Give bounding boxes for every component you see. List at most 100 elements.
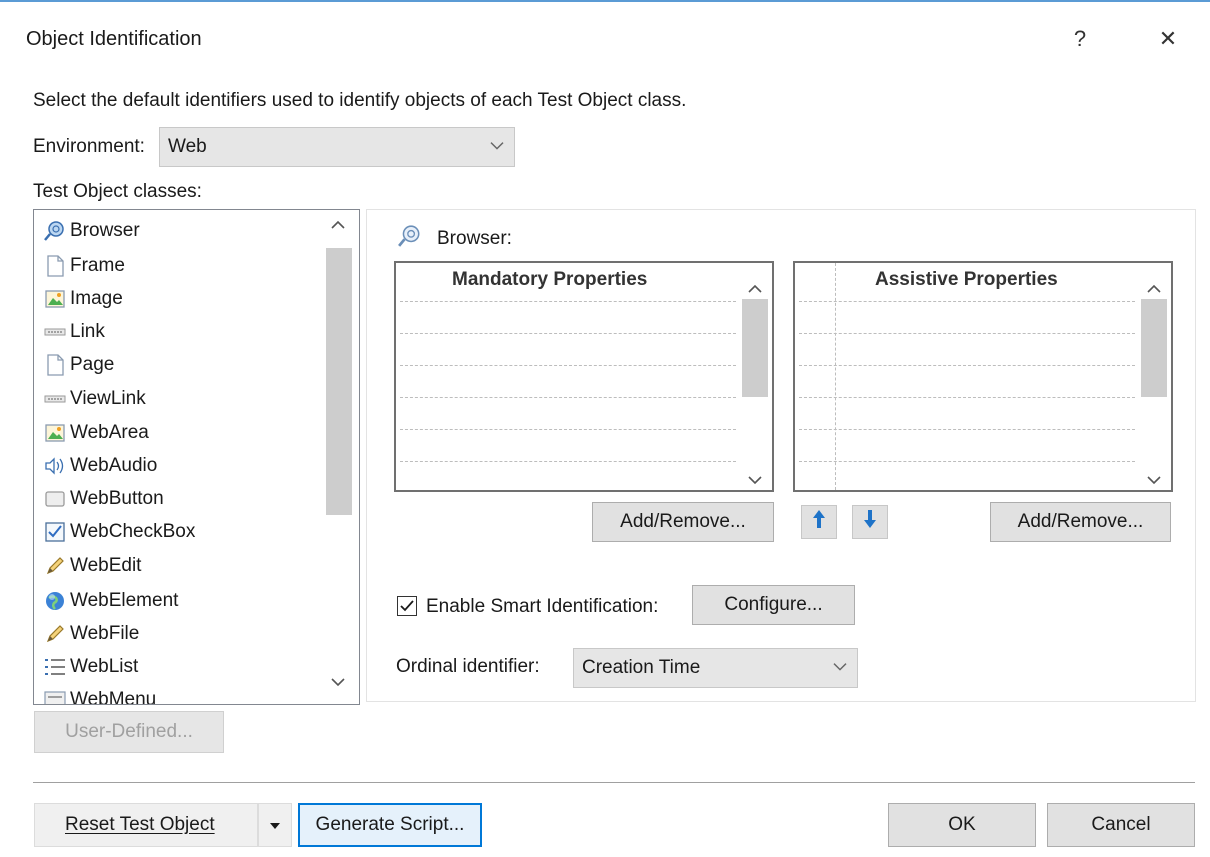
list-item-webelement[interactable]: WebElement [44,586,178,616]
list-item-webfile[interactable]: WebFile [44,619,139,649]
grid-row [799,397,1135,398]
chevron-up-icon[interactable] [748,277,762,299]
environment-select[interactable]: Web [159,127,515,167]
arrow-up-icon [812,509,826,535]
reset-test-object-label: Reset Test Object [65,814,215,835]
ok-button[interactable]: OK [888,803,1036,847]
list-item-image[interactable]: Image [44,284,123,314]
button-icon [44,488,66,510]
grid-row [799,333,1135,334]
chevron-down-icon[interactable] [748,469,762,491]
menu-icon [44,689,66,704]
move-down-button[interactable] [852,505,888,539]
ordinal-identifier-value: Creation Time [582,657,701,678]
list-item-page[interactable]: Page [44,350,114,380]
link-icon [44,321,66,343]
list-item-label: WebElement [70,590,179,611]
cancel-button[interactable]: Cancel [1047,803,1195,847]
grid-row [400,365,736,366]
pencil-icon [44,623,66,645]
user-defined-button[interactable]: User-Defined... [34,711,224,753]
grid-row [400,301,736,302]
ordinal-identifier-label: Ordinal identifier: [396,656,540,677]
check-icon [400,600,414,612]
environment-label: Environment: [33,136,145,157]
smart-identification-checkbox[interactable] [397,596,417,616]
chevron-down-icon[interactable] [331,678,345,687]
list-item-viewlink[interactable]: ViewLink [44,384,146,414]
selected-class-label: Browser: [437,228,512,249]
list-item-label: WebList [70,656,139,677]
grid-row [799,301,1135,302]
list-item-webbutton[interactable]: WebButton [44,484,164,514]
configure-button[interactable]: Configure... [692,585,855,625]
list-item-label: WebCheckBox [70,521,196,542]
browser-icon [398,224,422,254]
footer-separator [33,782,1195,783]
list-item-label: WebEdit [70,555,142,576]
scrollbar-thumb[interactable] [1141,299,1167,397]
list-item-webarea[interactable]: WebArea [44,418,149,448]
list-item-webmenu[interactable]: WebMenu [44,685,157,705]
list-item-label: WebFile [70,623,140,644]
list-item-webedit[interactable]: WebEdit [44,551,141,581]
classes-scrollbar[interactable] [325,210,359,704]
list-item-label: WebArea [70,422,149,443]
smart-identification-label: Enable Smart Identification: [426,596,659,617]
assistive-scrollbar[interactable] [1137,263,1171,490]
page-icon [44,255,66,277]
list-item-link[interactable]: Link [44,317,105,347]
pencil-icon [44,555,66,577]
help-button[interactable]: ? [1060,26,1100,52]
link-icon [44,388,66,410]
list-item-webaudio[interactable]: WebAudio [44,451,157,481]
dialog-title: Object Identification [26,28,202,50]
scrollbar-thumb[interactable] [742,299,768,397]
browser-icon [44,220,66,242]
window-top-border [0,0,1210,2]
grid-row [400,333,736,334]
classes-listbox[interactable]: Browser Frame Image Link Page ViewLink W… [33,209,360,705]
mandatory-properties-header: Mandatory Properties [452,269,648,290]
description-text: Select the default identifiers used to i… [33,90,687,111]
chevron-down-icon[interactable] [1147,469,1161,491]
caret-down-icon [269,814,281,836]
arrow-down-icon [863,509,877,535]
mandatory-add-remove-button[interactable]: Add/Remove... [592,502,774,542]
environment-value: Web [168,136,207,157]
assistive-add-remove-button[interactable]: Add/Remove... [990,502,1171,542]
assistive-properties-grid[interactable]: Assistive Properties [793,261,1173,492]
grid-row [799,429,1135,430]
grid-row [799,461,1135,462]
chevron-up-icon[interactable] [1147,277,1161,299]
list-item-weblist[interactable]: WebList [44,652,138,682]
mandatory-scrollbar[interactable] [738,263,772,490]
list-item-label: Image [70,288,123,309]
list-item-label: WebButton [70,488,164,509]
scrollbar-thumb[interactable] [326,248,352,515]
speaker-icon [44,455,66,477]
list-item-frame[interactable]: Frame [44,251,125,281]
grid-row [400,461,736,462]
image-icon [44,422,66,444]
grid-row [400,397,736,398]
mandatory-properties-grid[interactable]: Mandatory Properties [394,261,774,492]
chevron-up-icon[interactable] [331,220,345,229]
assistive-properties-header: Assistive Properties [875,269,1058,290]
page-icon [44,354,66,376]
list-item-label: Frame [70,255,125,276]
move-up-button[interactable] [801,505,837,539]
list-item-label: ViewLink [70,388,146,409]
reset-dropdown-button[interactable] [258,803,292,847]
list-item-label: WebAudio [70,455,158,476]
list-item-label: WebMenu [70,689,157,705]
list-item-browser[interactable]: Browser [44,216,140,246]
generate-script-button[interactable]: Generate Script... [298,803,482,847]
classes-label: Test Object classes: [33,181,202,202]
globe-icon [44,590,66,612]
close-button[interactable]: ✕ [1148,26,1188,52]
list-item-webcheckbox[interactable]: WebCheckBox [44,517,195,547]
ordinal-identifier-select[interactable]: Creation Time [573,648,858,688]
reset-test-object-button[interactable]: Reset Test Object [34,803,258,847]
list-item-label: Link [70,321,105,342]
